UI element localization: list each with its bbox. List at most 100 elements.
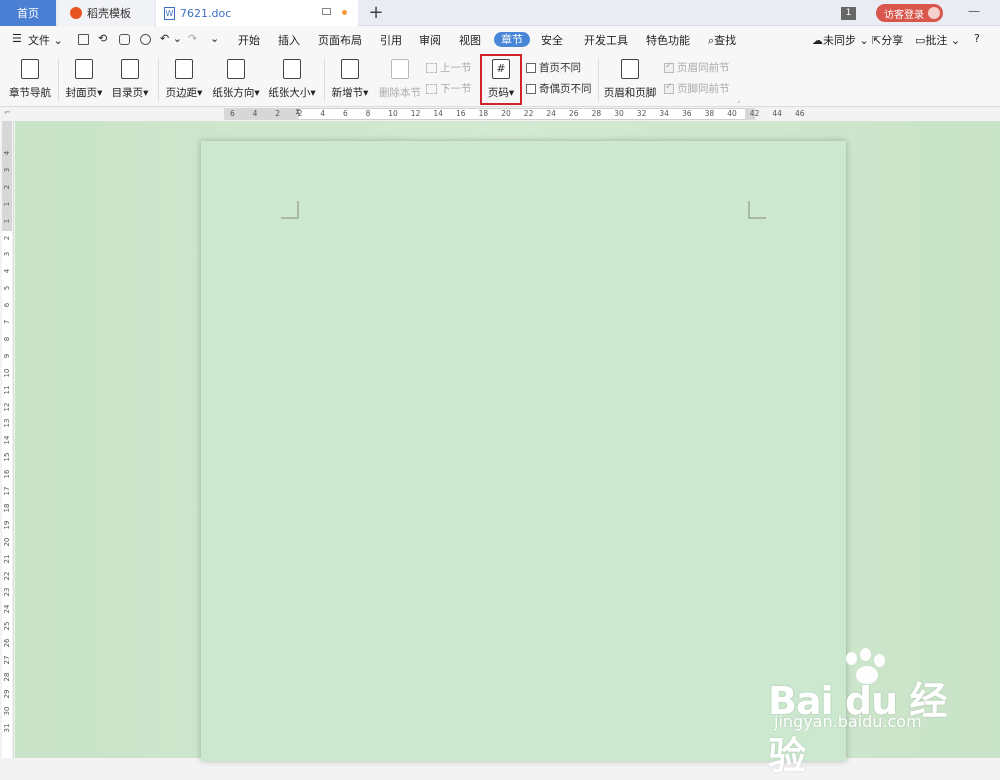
orientation-button[interactable]: 纸张方向▾ — [212, 55, 260, 105]
hruler-number: 2 — [297, 109, 303, 118]
paw-icon — [846, 652, 857, 665]
next-section-button[interactable]: 下一节 — [426, 81, 472, 96]
redo-icon[interactable]: ↷ — [188, 32, 197, 45]
paper-size-button[interactable]: 纸张大小▾ — [268, 55, 316, 105]
vruler-number: 28 — [3, 672, 11, 682]
tab-stop-icon[interactable]: ⌐ — [4, 108, 11, 117]
first-page-different-checkbox[interactable]: 首页不同 — [526, 60, 581, 75]
count-badge[interactable]: 1 — [841, 7, 856, 20]
sync-label: 未同步 — [823, 34, 856, 47]
menu-insert[interactable]: 插入 — [278, 32, 300, 48]
chapter-nav-button[interactable]: 章节导航 — [8, 55, 52, 105]
save-icon[interactable] — [78, 34, 89, 45]
menu-file-label: 文件 — [28, 34, 50, 47]
vruler-number: 11 — [3, 385, 11, 395]
vruler-number: 31 — [3, 723, 11, 733]
help-button[interactable]: ? — [974, 32, 980, 45]
monitor-icon[interactable] — [322, 8, 331, 15]
odd-even-different-checkbox[interactable]: 奇偶页不同 — [526, 81, 592, 96]
cloud-icon: ☁ — [812, 34, 823, 47]
minimize-button[interactable]: — — [968, 4, 988, 18]
tab-document-label: 7621.doc — [180, 6, 232, 20]
vruler-number: 27 — [3, 655, 11, 665]
odd-even-different-box[interactable] — [526, 83, 536, 94]
menu-file[interactable]: 文件 ⌄ — [28, 32, 63, 48]
cover-page-icon — [75, 59, 93, 79]
vruler-number: 3 — [3, 167, 11, 173]
customize-dropdown-icon[interactable]: ⌄ — [210, 32, 219, 45]
vruler-number: 7 — [3, 319, 11, 325]
menu-developer[interactable]: 开发工具 — [584, 32, 628, 48]
toc-page-button[interactable]: 目录页▾ — [110, 55, 150, 105]
menu-review[interactable]: 审阅 — [419, 32, 441, 48]
print-preview-icon[interactable] — [140, 34, 151, 45]
menu-page-layout[interactable]: 页面布局 — [318, 32, 362, 48]
print-icon[interactable] — [119, 34, 130, 45]
footer-same-checkbox[interactable]: 页脚同前节 — [664, 81, 730, 96]
share-icon: ⇱ — [872, 34, 882, 47]
hruler-number: 6 — [343, 109, 348, 118]
menu-security[interactable]: 安全 — [541, 32, 563, 48]
tab-home-label: 首页 — [17, 7, 39, 20]
header-same-checkbox[interactable]: 页眉同前节 — [664, 60, 730, 75]
hruler-number: 22 — [523, 109, 534, 118]
margin-corner-top-left — [281, 201, 299, 219]
new-section-button[interactable]: 新增节▾ — [330, 55, 370, 105]
vruler-number: 25 — [3, 621, 11, 631]
sync-button[interactable]: ☁未同步 ⌄ — [812, 32, 869, 48]
menu-features[interactable]: 特色功能 — [646, 32, 690, 48]
delete-section-button[interactable]: 删除本节 — [378, 55, 422, 105]
word-doc-icon: W — [164, 6, 175, 20]
chapter-nav-icon — [21, 59, 39, 79]
margin-button[interactable]: 页边距▾ — [164, 55, 204, 105]
vruler-number: 3 — [3, 252, 11, 257]
vruler-number: 16 — [3, 469, 11, 479]
horizontal-ruler[interactable]: ⌐ ⧗ — [0, 107, 1000, 121]
share-button[interactable]: ⇱分享 — [872, 32, 903, 48]
menu-bar: ☰ 文件 ⌄ ⟲ ↶ ⌄ ↷ ⌄ 开始 插入 页面布局 引用 审阅 视图 章节 … — [0, 26, 1000, 53]
vruler-number: 30 — [3, 706, 11, 716]
avatar-icon — [928, 7, 940, 19]
header-same-label: 页眉同前节 — [677, 62, 730, 74]
search-button[interactable]: ⌕查找 — [708, 32, 736, 48]
tab-home[interactable]: 首页 — [0, 0, 56, 26]
login-button[interactable]: 访客登录 — [876, 4, 943, 22]
prev-section-icon — [426, 62, 437, 73]
first-page-different-box[interactable] — [526, 62, 536, 73]
tab-templates[interactable]: 稻壳模板 — [58, 0, 154, 26]
document-page[interactable] — [201, 141, 846, 761]
separator — [58, 59, 59, 101]
tab-document[interactable]: W 7621.doc — [156, 0, 358, 26]
header-footer-button[interactable]: 页眉和页脚 — [604, 55, 656, 105]
cover-page-button[interactable]: 封面页▾ — [64, 55, 104, 105]
menu-chapter[interactable]: 章节 — [494, 32, 530, 47]
odd-even-different-label: 奇偶页不同 — [539, 83, 592, 95]
menu-view[interactable]: 视图 — [459, 32, 481, 48]
hruler-number: 18 — [478, 109, 489, 118]
menu-reference[interactable]: 引用 — [380, 32, 402, 48]
toc-page-icon — [121, 59, 139, 79]
new-tab-button[interactable]: + — [366, 2, 386, 24]
undo-icon[interactable]: ↶ ⌄ — [160, 32, 182, 45]
vruler-number: 1 — [3, 201, 11, 206]
hruler-number: 34 — [659, 109, 669, 118]
vruler-number: 12 — [3, 402, 11, 411]
comment-button[interactable]: ▭批注 ⌄ — [915, 32, 960, 48]
hruler-number: 12 — [410, 109, 421, 118]
header-same-box[interactable] — [664, 61, 674, 73]
page-number-highlight — [480, 54, 522, 105]
menu-start[interactable]: 开始 — [238, 32, 260, 48]
hruler-number: 42 — [749, 109, 760, 118]
hamburger-icon[interactable]: ☰ — [12, 32, 22, 45]
vruler-number: 5 — [3, 285, 11, 291]
footer-same-box[interactable] — [664, 82, 674, 94]
search-label: 查找 — [714, 34, 737, 47]
new-section-label: 新增节▾ — [331, 87, 369, 99]
format-painter-icon[interactable]: ⟲ — [98, 32, 107, 45]
prev-section-label: 上一节 — [440, 62, 472, 74]
ruler-left-margin — [224, 108, 299, 120]
vruler-number: 2 — [3, 235, 11, 240]
expand-corner-icon[interactable]: ⌟ — [737, 96, 740, 104]
prev-section-button[interactable]: 上一节 — [426, 60, 472, 75]
hruler-number: 24 — [546, 109, 556, 118]
